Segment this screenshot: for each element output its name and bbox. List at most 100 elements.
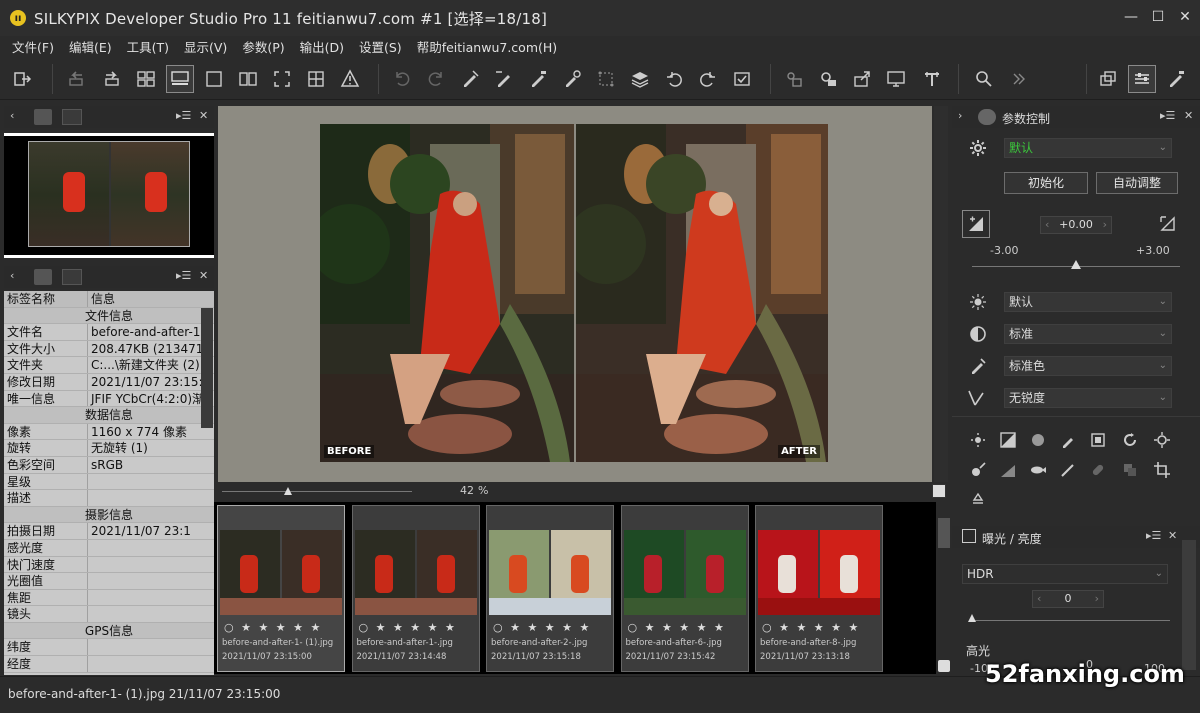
- rotate-tool-icon[interactable]: [1120, 430, 1140, 450]
- brush-tool-icon[interactable]: [524, 65, 552, 93]
- info-row[interactable]: 唯一信息 JFIF YCbCr(4:2:0)渐: [4, 390, 214, 408]
- hdr-slider-track[interactable]: [970, 620, 1170, 621]
- info-row[interactable]: 光圈值: [4, 573, 214, 590]
- warning-icon[interactable]: [336, 65, 364, 93]
- close-button[interactable]: ✕: [1172, 6, 1198, 28]
- info-scrollbar[interactable]: [201, 308, 213, 428]
- frame-tool-icon[interactable]: [1088, 430, 1108, 450]
- control-collapse-icon[interactable]: ›: [958, 109, 962, 122]
- color-pen-icon[interactable]: [968, 356, 988, 376]
- white-balance-icon[interactable]: [968, 292, 988, 312]
- filmstrip-item[interactable]: ○ ★ ★ ★ ★ ★ before-and-after-6-.jpg 2021/1…: [620, 505, 749, 672]
- exposure-icon[interactable]: [962, 210, 990, 238]
- rating-stars[interactable]: ○ ★ ★ ★ ★ ★: [493, 621, 591, 634]
- batch-develop-icon[interactable]: [780, 65, 808, 93]
- filmstrip-item[interactable]: ○ ★ ★ ★ ★ ★ before-and-after-2-.jpg 2021/1…: [486, 505, 614, 672]
- gear-icon[interactable]: [968, 138, 988, 158]
- develop-check-icon[interactable]: [728, 65, 756, 93]
- menu-view[interactable]: 显示(V): [184, 37, 227, 56]
- effects-tool-icon[interactable]: [1152, 430, 1172, 450]
- edit-tool-icon[interactable]: [1162, 65, 1190, 93]
- menu-edit[interactable]: 编辑(E): [69, 37, 112, 56]
- navigator-thumbnail[interactable]: [4, 133, 214, 258]
- pin-icon[interactable]: [34, 109, 52, 125]
- info-row[interactable]: 感光度: [4, 539, 214, 557]
- rotate-right-icon[interactable]: [694, 65, 722, 93]
- spot-tool-icon[interactable]: [558, 65, 586, 93]
- info-row[interactable]: 文件名 before-and-after-1: [4, 324, 214, 341]
- info-close-icon[interactable]: ✕: [199, 269, 208, 282]
- info-row[interactable]: 镜头: [4, 606, 214, 623]
- sharpness-icon[interactable]: [966, 388, 986, 408]
- more-tools-icon[interactable]: [1004, 65, 1032, 93]
- layer-tool-icon[interactable]: [1120, 460, 1140, 480]
- next-photo-icon[interactable]: [98, 65, 126, 93]
- info-row[interactable]: 经度: [4, 656, 214, 673]
- exposure-sub-menu-icon[interactable]: ▸☰: [1146, 529, 1161, 542]
- info-row[interactable]: 旋转 无旋转 (1): [4, 440, 214, 457]
- info-tab-icon[interactable]: [34, 269, 52, 285]
- crop-select-icon[interactable]: [592, 65, 620, 93]
- monitor-icon[interactable]: [882, 65, 910, 93]
- preset-dropdown[interactable]: 默认 ⌄: [1004, 138, 1172, 158]
- paste-params-icon[interactable]: [490, 65, 518, 93]
- preview-vscroll[interactable]: [934, 106, 948, 482]
- filmstrip-item[interactable]: ○ ★ ★ ★ ★ ★ before-and-after-1- (1).jpg 20…: [217, 505, 345, 672]
- hdr-dropdown[interactable]: HDR ⌄: [962, 564, 1168, 584]
- tools-icon[interactable]: [918, 65, 946, 93]
- exposure-auto-icon[interactable]: [1158, 214, 1178, 234]
- info-row[interactable]: 文件夹 C:...\新建文件夹 (2): [4, 357, 214, 374]
- info-row[interactable]: 快门速度: [4, 556, 214, 574]
- rating-stars[interactable]: ○ ★ ★ ★ ★ ★: [224, 621, 322, 634]
- info-row[interactable]: 像素 1160 x 774 像素: [4, 423, 214, 441]
- exposure-sub-close-icon[interactable]: ✕: [1168, 529, 1177, 542]
- exposure-tool-icon[interactable]: [998, 430, 1018, 450]
- menu-help[interactable]: 帮助feitianwu7.com(H): [417, 37, 557, 56]
- dropper-tool-icon[interactable]: [1058, 430, 1078, 450]
- recycle-tool-icon[interactable]: [968, 490, 988, 510]
- control-close-icon[interactable]: ✕: [1184, 109, 1193, 122]
- auto-adjust-button[interactable]: 自动调整: [1096, 172, 1178, 194]
- brightness-tool-icon[interactable]: [968, 430, 988, 450]
- folder-tab-icon[interactable]: [62, 269, 82, 285]
- zoom-slider-track[interactable]: [222, 491, 412, 492]
- info-row[interactable]: 描述: [4, 490, 214, 507]
- menu-params[interactable]: 参数(P): [242, 37, 284, 56]
- contrast-icon[interactable]: [968, 324, 988, 344]
- menu-tools[interactable]: 工具(T): [127, 37, 169, 56]
- ink-tool-icon[interactable]: [968, 460, 988, 480]
- init-button[interactable]: 初始化: [1004, 172, 1088, 194]
- info-row[interactable]: 焦距: [4, 589, 214, 607]
- copy-params-icon[interactable]: [456, 65, 484, 93]
- filmstrip-scrollbar[interactable]: [938, 518, 950, 548]
- sharpness-dropdown[interactable]: 无锐度 ⌄: [1004, 388, 1172, 408]
- color-dropdown[interactable]: 标准色 ⌄: [1004, 356, 1172, 376]
- control-panel-icon[interactable]: [1128, 65, 1156, 93]
- maximize-button[interactable]: ☐: [1145, 6, 1171, 28]
- info-row[interactable]: 纬度: [4, 639, 214, 657]
- fullscreen-icon[interactable]: [268, 65, 296, 93]
- info-row[interactable]: 文件大小 208.47KB (213471: [4, 340, 214, 358]
- grid-overlay-icon[interactable]: [302, 65, 330, 93]
- single-view-icon[interactable]: [200, 65, 228, 93]
- window-arrange-icon[interactable]: [1094, 65, 1122, 93]
- fit-screen-icon[interactable]: [932, 484, 946, 498]
- fish-tool-icon[interactable]: [1028, 460, 1048, 480]
- menu-output[interactable]: 输出(D): [300, 37, 344, 56]
- bandage-tool-icon[interactable]: [1088, 460, 1108, 480]
- menu-settings[interactable]: 设置(S): [359, 37, 402, 56]
- navigator-tab-icon[interactable]: [62, 109, 82, 125]
- control-menu-icon[interactable]: ▸☰: [1160, 109, 1175, 122]
- redo-icon[interactable]: [422, 65, 450, 93]
- rating-stars[interactable]: ○ ★ ★ ★ ★ ★: [762, 621, 860, 634]
- menu-file[interactable]: 文件(F): [12, 37, 54, 56]
- rating-stars[interactable]: ○ ★ ★ ★ ★ ★: [628, 621, 726, 634]
- info-row[interactable]: 拍摄日期 2021/11/07 23:1: [4, 523, 214, 540]
- filmstrip-item[interactable]: ○ ★ ★ ★ ★ ★ before-and-after-1-.jpg 2021/1…: [351, 505, 480, 672]
- develop-settings-icon[interactable]: [814, 65, 842, 93]
- rating-stars[interactable]: ○ ★ ★ ★ ★ ★: [359, 621, 457, 634]
- import-icon[interactable]: [8, 65, 36, 93]
- filmstrip-view-icon[interactable]: [166, 65, 194, 93]
- hdr-stepper[interactable]: ‹ 0 ›: [1032, 590, 1104, 608]
- crop-tool-icon[interactable]: [1152, 460, 1172, 480]
